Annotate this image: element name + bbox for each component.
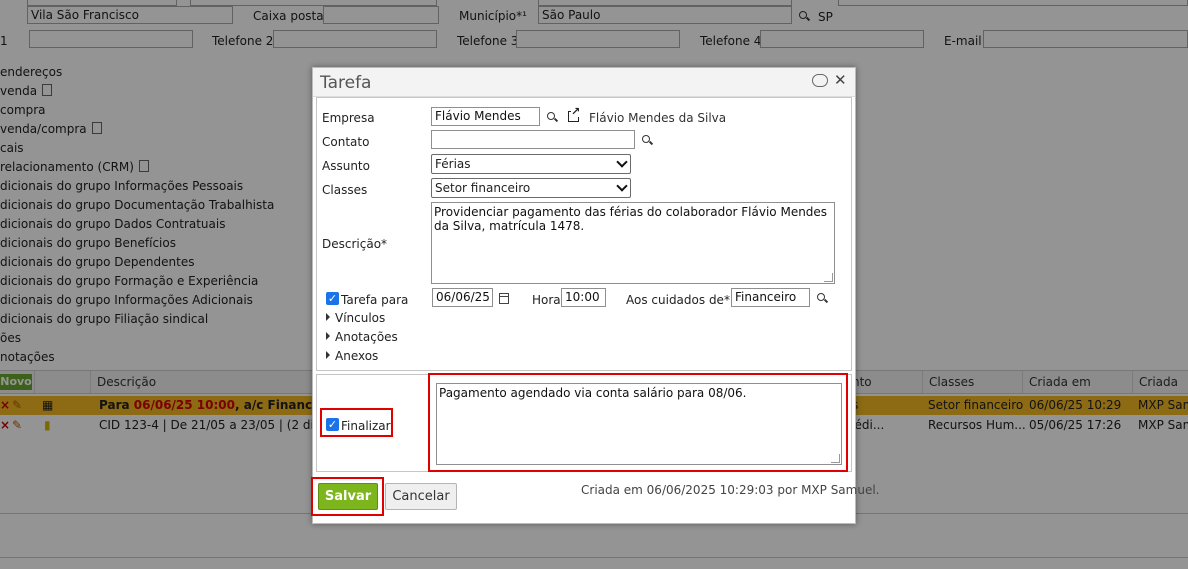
external-link-icon[interactable] [568,106,581,122]
cuidados-input[interactable]: Financeiro [731,288,810,307]
chevron-down-icon [616,180,628,192]
tarefa-dialog: Tarefa ✕ Empresa Flávio Mendes Flávio Me… [311,67,880,524]
tarefa-para-label: Tarefa para [341,293,409,307]
tarefa-date-input[interactable]: 06/06/25 [432,288,493,307]
classes-label: Classes [322,183,368,197]
close-icon[interactable]: ✕ [834,71,847,89]
tarefa-para-checkbox[interactable]: ✓ [326,292,339,305]
vinculos-expander[interactable]: Vínculos [335,311,385,325]
dialog-title: Tarefa [320,73,372,93]
hora-label: Hora [532,293,561,307]
assunto-label: Assunto [322,159,370,173]
calendar-icon[interactable] [499,293,509,304]
expand-triangle-icon[interactable] [326,351,330,359]
cuidados-label: Aos cuidados de* [626,293,730,307]
assunto-value: Férias [435,157,471,171]
assunto-select[interactable]: Férias [431,154,631,174]
empresa-search-icon[interactable] [547,112,555,120]
highlight-finalizar-checkbox [320,408,393,437]
resize-grip-icon[interactable] [824,273,833,282]
task-form-panel: Empresa Flávio Mendes Flávio Mendes da S… [316,97,852,371]
contato-search-icon[interactable] [642,135,650,143]
save-button[interactable]: Salvar [318,483,378,510]
empresa-full-name[interactable]: Flávio Mendes da Silva [589,111,726,125]
contato-label: Contato [322,135,370,149]
chat-icon[interactable] [812,74,828,87]
chevron-down-icon [616,156,628,168]
classes-select[interactable]: Setor financeiro [431,178,631,198]
highlight-finalizar-note [428,373,848,472]
classes-value: Setor financeiro [435,181,531,195]
hora-input[interactable]: 10:00 [561,288,606,307]
descricao-label: Descrição* [322,237,388,251]
empresa-input[interactable]: Flávio Mendes [431,107,540,126]
expand-triangle-icon[interactable] [326,332,330,340]
empresa-label: Empresa [322,111,375,125]
anexos-expander[interactable]: Anexos [335,349,378,363]
descricao-text: Providenciar pagamento das férias do col… [434,205,828,233]
dialog-header: Tarefa ✕ [313,68,855,97]
anotacoes-expander[interactable]: Anotações [335,330,398,344]
created-info: Criada em 06/06/2025 10:29:03 por MXP Sa… [581,483,880,497]
descricao-textarea[interactable]: Providenciar pagamento das férias do col… [431,202,835,284]
cancel-button[interactable]: Cancelar [385,483,457,510]
expand-triangle-icon[interactable] [326,313,330,321]
cuidados-search-icon[interactable] [817,293,825,301]
contato-input[interactable] [431,130,635,149]
